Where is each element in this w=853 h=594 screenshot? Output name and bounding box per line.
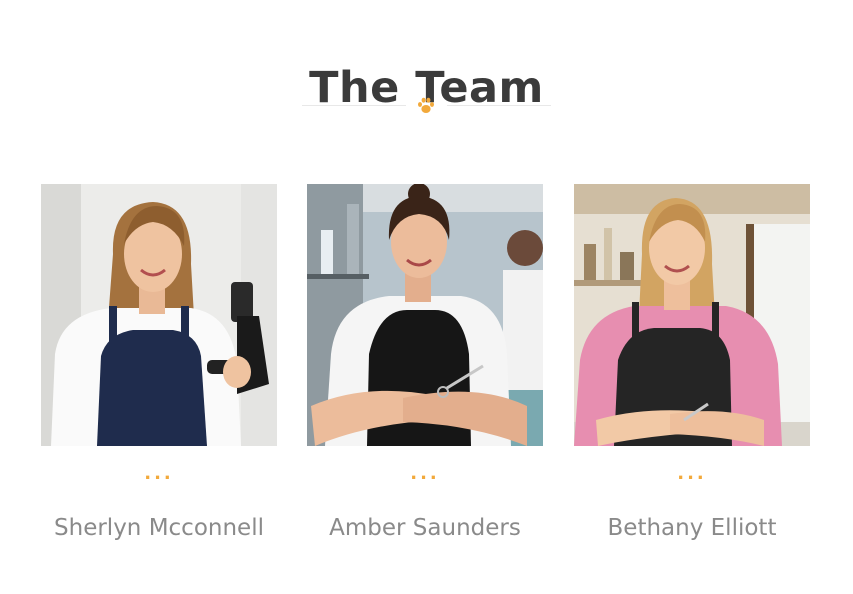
accent-dots: ...	[410, 463, 440, 484]
team-member-card: ... Sherlyn Mcconnell	[41, 184, 277, 564]
member-name: Bethany Elliott	[607, 515, 777, 541]
title-divider	[302, 96, 551, 116]
team-member-card: ... Bethany Elliott	[574, 184, 810, 564]
team-grid: ... Sherlyn Mcconnell ... Amber Saunders…	[41, 184, 811, 564]
team-member-card: ... Amber Saunders	[307, 184, 543, 564]
member-name: Sherlyn Mcconnell	[54, 515, 264, 541]
accent-dots: ...	[144, 463, 174, 484]
divider-line-right	[447, 105, 551, 106]
paw-icon	[418, 97, 434, 113]
stylist-pink-shirt-photo[interactable]	[574, 184, 810, 446]
divider-line-left	[302, 105, 406, 106]
accent-dots: ...	[677, 463, 707, 484]
member-name: Amber Saunders	[329, 515, 521, 541]
stylist-with-hairdryer-photo[interactable]	[41, 184, 277, 446]
stylist-with-scissors-photo[interactable]	[307, 184, 543, 446]
